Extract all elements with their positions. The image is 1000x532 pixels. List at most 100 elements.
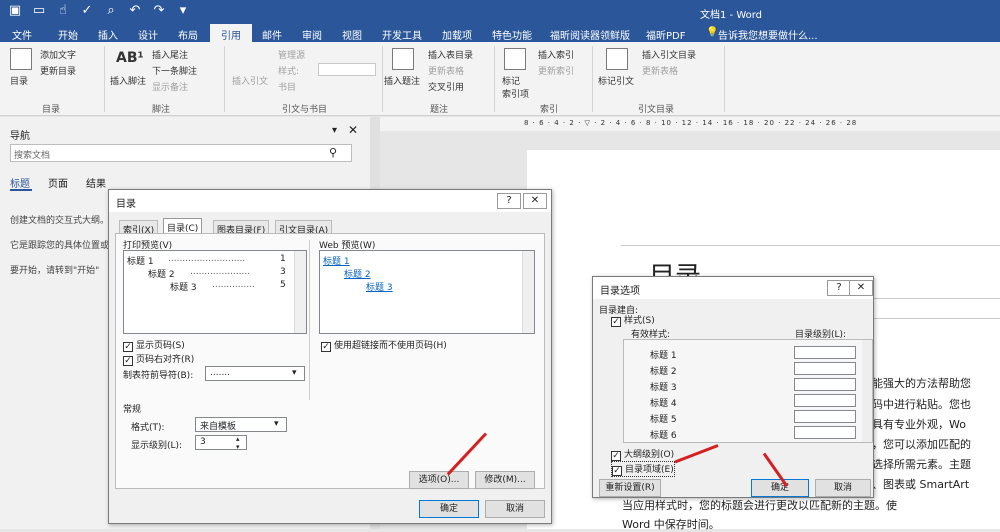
options-button[interactable]: 选项(O)... (409, 471, 469, 489)
divider (724, 46, 725, 112)
tab-foxit-pdf[interactable]: 福昕PDF (646, 27, 685, 42)
level-input[interactable] (794, 362, 856, 375)
add-text-button[interactable]: 添加文字 (40, 48, 76, 61)
style-select[interactable] (318, 63, 376, 76)
redo-icon[interactable]: ↷ (150, 3, 168, 18)
nav-options-icon[interactable]: ▾ (332, 125, 337, 136)
manage-sources-button[interactable]: 管理源 (278, 48, 305, 61)
title-bar: ▣ ▭ ☝ ✓ ⌕ ↶ ↷ ▾ 文档1 - Word (0, 0, 1000, 24)
tab-results[interactable]: 结果 (86, 175, 106, 190)
tell-me-box[interactable]: 告诉我您想要做什么... (718, 27, 818, 42)
tab-leader-select[interactable]: ....... ▾ (205, 366, 305, 381)
insert-caption-button[interactable]: 插入题注 (384, 74, 420, 87)
page-num-2: 3 (280, 267, 286, 277)
update-table-button[interactable]: 更新表格 (428, 64, 464, 77)
tab-special[interactable]: 特色功能 (492, 27, 532, 42)
checkbox-checked[interactable]: ✓ (612, 466, 622, 476)
level-input[interactable] (794, 394, 856, 407)
close-button[interactable]: ✕ (523, 193, 547, 209)
checkbox-checked[interactable]: ✓ (123, 342, 133, 352)
tab-file[interactable]: 文件 (12, 27, 32, 42)
cancel-button[interactable]: 取消 (815, 479, 871, 497)
nav-search-box[interactable]: 搜索文档 ⚲ (10, 144, 352, 162)
tab-layout[interactable]: 布局 (178, 27, 198, 42)
tab-insert[interactable]: 插入 (98, 27, 118, 42)
tab-design[interactable]: 设计 (138, 27, 158, 42)
level-input[interactable] (794, 378, 856, 391)
modify-button[interactable]: 修改(M)... (475, 471, 535, 489)
bibliography-button[interactable]: 书目 (278, 80, 296, 93)
tab-references[interactable]: 引用 (210, 24, 252, 42)
show-notes-button[interactable]: 显示备注 (152, 80, 188, 93)
scrollbar[interactable] (862, 340, 872, 442)
update-index-button[interactable]: 更新索引 (538, 64, 574, 77)
level-input[interactable] (794, 410, 856, 423)
insert-index-button[interactable]: 插入索引 (538, 48, 574, 61)
checkbox-checked[interactable]: ✓ (611, 451, 621, 461)
entry-fields-checkbox[interactable]: ✓ 目录项域(E) (611, 461, 675, 477)
outline-levels-checkbox[interactable]: ✓ 大纲级别(O) (611, 447, 674, 461)
tab-developer[interactable]: 开发工具 (382, 27, 422, 42)
touch-mode-icon[interactable]: ☝ (54, 3, 72, 18)
open-icon[interactable]: ▭ (30, 3, 48, 18)
scrollbar[interactable] (522, 251, 534, 333)
doc-line: 具有专业外观，Wo (872, 418, 966, 431)
update-toa-button[interactable]: 更新表格 (642, 64, 678, 77)
tab-pages[interactable]: 页面 (48, 175, 68, 190)
checkbox-checked[interactable]: ✓ (611, 317, 621, 327)
help-button[interactable]: ? (497, 193, 521, 209)
checkbox-checked[interactable]: ✓ (123, 356, 133, 366)
tab-foxit-reader[interactable]: 福昕阅读器领鲜版 (550, 27, 630, 42)
tab-home[interactable]: 开始 (58, 27, 78, 42)
search-icon[interactable]: ⚲ (329, 146, 337, 159)
help-button[interactable]: ? (827, 280, 851, 296)
tab-review[interactable]: 审阅 (302, 27, 322, 42)
ok-button[interactable]: 确定 (751, 479, 809, 497)
tab-view[interactable]: 视图 (342, 27, 362, 42)
mark-entry-button[interactable]: 标记 索引项 (502, 74, 529, 100)
tab-leader-label: 制表符前导符(B): (123, 371, 194, 381)
right-align-checkbox[interactable]: ✓ 页码右对齐(R) (123, 352, 194, 366)
scrollbar[interactable] (294, 251, 306, 333)
customize-qat-icon[interactable]: ▾ (174, 3, 192, 18)
styles-checkbox[interactable]: ✓ 样式(S) (611, 313, 655, 327)
use-hyperlinks-checkbox[interactable]: ✓ 使用超链接而不使用页码(H) (321, 338, 447, 352)
reset-button[interactable]: 重新设置(R) (599, 479, 661, 497)
insert-toa-button[interactable]: 插入引文目录 (642, 48, 696, 61)
insert-tof-button[interactable]: 插入表目录 (428, 48, 473, 61)
toc-button[interactable]: 目录 (10, 74, 28, 87)
insert-footnote-button[interactable]: 插入脚注 (110, 74, 146, 87)
mark-citation-button[interactable]: 标记引文 (598, 74, 634, 87)
next-footnote-button[interactable]: 下一条脚注 (152, 64, 197, 77)
web-heading-2[interactable]: 标题 2 (344, 267, 371, 280)
dialog-title: 目录选项 (600, 286, 640, 297)
levels-value: 3 (200, 437, 206, 447)
close-button[interactable]: ✕ (849, 280, 873, 296)
web-heading-3[interactable]: 标题 3 (366, 280, 393, 293)
tab-headings[interactable]: 标题 (10, 175, 30, 190)
tab-addins[interactable]: 加载项 (442, 27, 472, 42)
web-heading-1[interactable]: 标题 1 (323, 254, 350, 267)
level-input[interactable] (794, 346, 856, 359)
spinner-arrows-icon[interactable]: ▴ ▾ (236, 435, 240, 451)
levels-spinner[interactable]: 3 ▴ ▾ (195, 435, 247, 451)
checkbox-checked[interactable]: ✓ (321, 342, 331, 352)
cross-reference-button[interactable]: 交叉引用 (428, 80, 464, 93)
save-icon[interactable]: ▣ (6, 3, 24, 18)
show-page-numbers-checkbox[interactable]: ✓ 显示页码(S) (123, 338, 185, 352)
insert-citation-button[interactable]: 插入引文 (232, 74, 268, 87)
spelling-icon[interactable]: ✓ (78, 3, 96, 18)
formats-select[interactable]: 来自模板 ▾ (195, 417, 287, 432)
divider (621, 245, 1000, 246)
nav-hint-1: 创建文档的交互式大纲。 (10, 216, 110, 226)
undo-icon[interactable]: ↶ (126, 3, 144, 18)
print-preview-icon[interactable]: ⌕ (102, 3, 120, 18)
insert-endnote-button[interactable]: 插入尾注 (152, 48, 188, 61)
nav-search-input[interactable]: 搜索文档 (14, 148, 50, 161)
cancel-button[interactable]: 取消 (485, 500, 545, 518)
ok-button[interactable]: 确定 (419, 500, 479, 518)
tab-mailings[interactable]: 邮件 (262, 27, 282, 42)
update-toc-button[interactable]: 更新目录 (40, 64, 76, 77)
level-input[interactable] (794, 426, 856, 439)
close-icon[interactable]: ✕ (348, 123, 358, 137)
